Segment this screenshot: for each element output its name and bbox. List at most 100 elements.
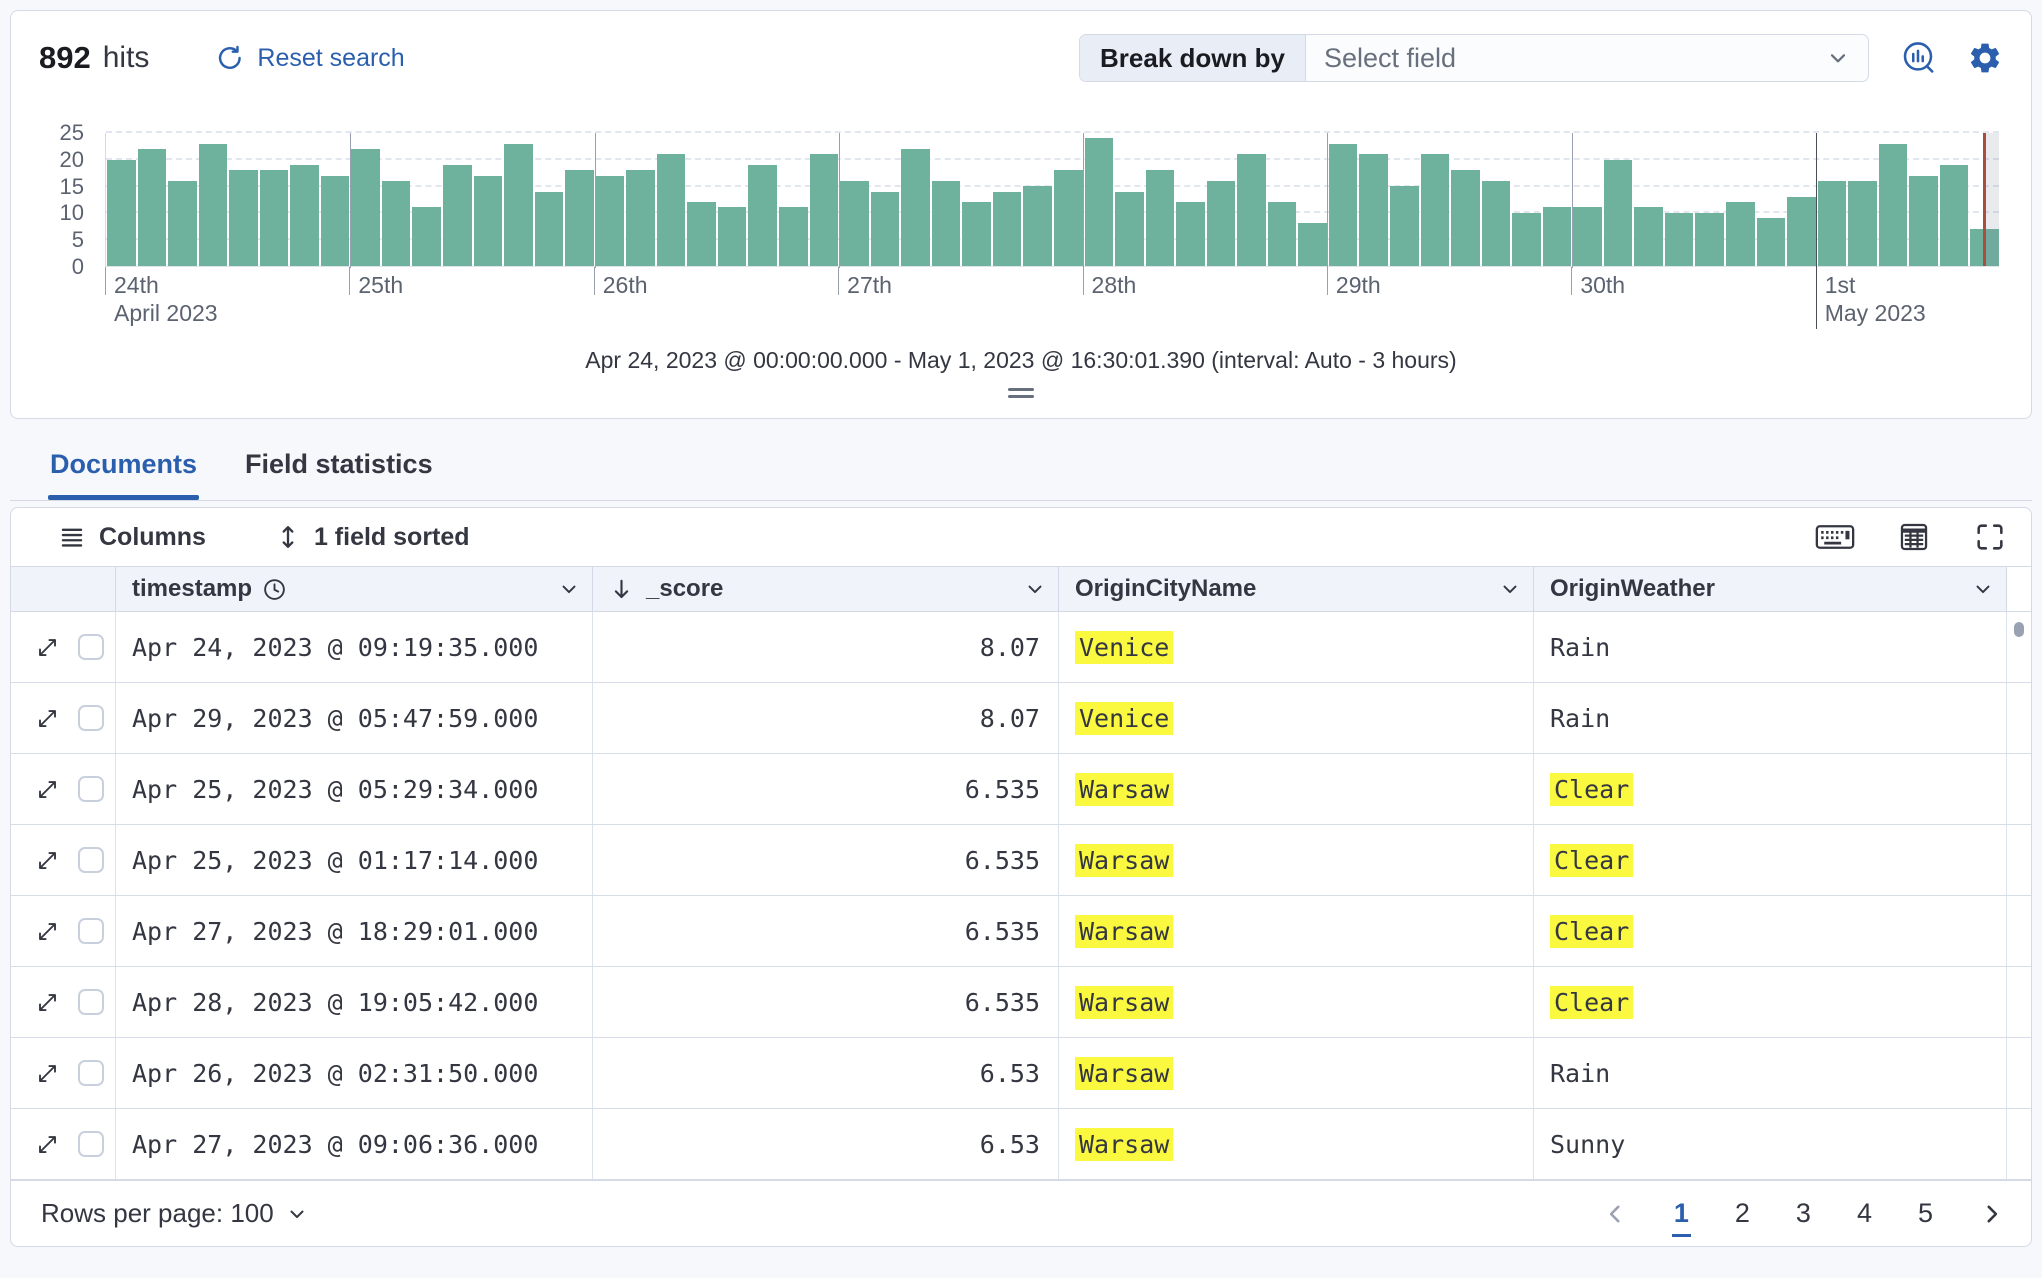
row-checkbox[interactable]	[78, 847, 104, 873]
origin-city-cell[interactable]: Venice	[1059, 683, 1534, 753]
histogram-bar[interactable]	[717, 207, 747, 266]
histogram-bar[interactable]	[1389, 186, 1419, 266]
tab-field-statistics[interactable]: Field statistics	[243, 445, 435, 500]
expand-row-icon[interactable]	[35, 848, 60, 873]
histogram-bar[interactable]	[1939, 164, 1969, 266]
histogram-bar[interactable]	[137, 148, 167, 266]
sort-fields-button[interactable]: 1 field sorted	[262, 523, 470, 552]
expand-row-icon[interactable]	[35, 635, 60, 660]
histogram-bar[interactable]	[443, 164, 472, 266]
histogram-bar[interactable]	[687, 202, 716, 266]
timestamp-cell[interactable]: Apr 25, 2023 @ 05:29:34.000	[116, 754, 593, 824]
fullscreen-button[interactable]	[1973, 520, 2007, 554]
histogram-bar[interactable]	[504, 143, 533, 266]
histogram-bar[interactable]	[931, 180, 961, 266]
histogram-bar[interactable]	[351, 148, 380, 266]
histogram-bar[interactable]	[1267, 202, 1297, 266]
timestamp-cell[interactable]: Apr 27, 2023 @ 18:29:01.000	[116, 896, 593, 966]
chart-resize-handle[interactable]	[1008, 388, 1034, 398]
page-1-button[interactable]: 1	[1671, 1198, 1691, 1237]
page-4-button[interactable]: 4	[1857, 1198, 1872, 1229]
origin-weather-cell[interactable]: Clear	[1534, 825, 2007, 895]
histogram-bar[interactable]	[1206, 180, 1236, 266]
histogram-bar[interactable]	[656, 154, 686, 266]
histogram-bar[interactable]	[779, 207, 808, 266]
origin-weather-cell[interactable]: Sunny	[1534, 1109, 2007, 1179]
expand-row-icon[interactable]	[35, 990, 60, 1015]
origin-weather-cell[interactable]: Clear	[1534, 967, 2007, 1037]
histogram-bar[interactable]	[1237, 154, 1266, 266]
histogram-bar[interactable]	[1084, 138, 1114, 266]
next-page-button[interactable]	[1979, 1201, 2005, 1227]
score-cell[interactable]: 6.53	[593, 1038, 1059, 1108]
histogram-bar[interactable]	[870, 191, 900, 266]
timestamp-cell[interactable]: Apr 25, 2023 @ 01:17:14.000	[116, 825, 593, 895]
histogram-bar[interactable]	[1725, 202, 1755, 266]
histogram-bar[interactable]	[1909, 175, 1938, 266]
page-5-button[interactable]: 5	[1918, 1198, 1933, 1229]
histogram-bar[interactable]	[107, 159, 136, 266]
histogram-bar[interactable]	[1145, 170, 1175, 266]
histogram-bar[interactable]	[1634, 207, 1663, 266]
origin-city-cell[interactable]: Warsaw	[1059, 825, 1534, 895]
histogram-bar[interactable]	[290, 164, 319, 266]
expand-row-icon[interactable]	[35, 777, 60, 802]
histogram-bar[interactable]	[1878, 143, 1908, 266]
histogram-bar[interactable]	[1848, 180, 1877, 266]
keyboard-shortcuts-button[interactable]	[1815, 522, 1855, 552]
score-cell[interactable]: 6.535	[593, 967, 1059, 1037]
row-checkbox[interactable]	[78, 989, 104, 1015]
expand-row-icon[interactable]	[35, 919, 60, 944]
histogram-bar[interactable]	[1573, 207, 1602, 266]
histogram-bar[interactable]	[809, 154, 839, 266]
histogram-bar[interactable]	[412, 207, 442, 266]
origin-weather-cell[interactable]: Rain	[1534, 683, 2007, 753]
histogram-bar[interactable]	[626, 170, 655, 266]
origin-weather-cell[interactable]: Clear	[1534, 896, 2007, 966]
expand-row-icon[interactable]	[35, 706, 60, 731]
histogram-bar[interactable]	[1603, 159, 1633, 266]
histogram-bar[interactable]	[1817, 180, 1847, 266]
header-origin-city[interactable]: OriginCityName	[1059, 567, 1534, 611]
histogram-bar[interactable]	[748, 164, 778, 266]
histogram-bar[interactable]	[1787, 196, 1816, 266]
histogram-bar[interactable]	[1756, 218, 1786, 266]
origin-city-cell[interactable]: Warsaw	[1059, 1109, 1534, 1179]
histogram-bar[interactable]	[1176, 202, 1205, 266]
histogram-bar[interactable]	[565, 170, 594, 266]
score-cell[interactable]: 8.07	[593, 683, 1059, 753]
row-checkbox[interactable]	[78, 1131, 104, 1157]
page-2-button[interactable]: 2	[1735, 1198, 1750, 1229]
columns-button[interactable]: Columns	[45, 523, 206, 552]
display-options-button[interactable]	[1897, 520, 1931, 554]
timestamp-cell[interactable]: Apr 29, 2023 @ 05:47:59.000	[116, 683, 593, 753]
histogram-bar[interactable]	[1359, 154, 1388, 266]
score-cell[interactable]: 6.535	[593, 896, 1059, 966]
histogram-bar[interactable]	[229, 170, 258, 266]
origin-city-cell[interactable]: Warsaw	[1059, 896, 1534, 966]
histogram-bar[interactable]	[198, 143, 228, 266]
histogram-bar[interactable]	[1298, 223, 1327, 266]
origin-weather-cell[interactable]: Rain	[1534, 612, 2007, 682]
origin-city-cell[interactable]: Venice	[1059, 612, 1534, 682]
breakdown-select[interactable]: Select field	[1306, 35, 1868, 81]
chart-options-button[interactable]	[1967, 40, 2003, 76]
origin-weather-cell[interactable]: Clear	[1534, 754, 2007, 824]
origin-weather-cell[interactable]: Rain	[1534, 1038, 2007, 1108]
row-checkbox[interactable]	[78, 705, 104, 731]
histogram-bar[interactable]	[1695, 212, 1724, 266]
histogram-bar[interactable]	[320, 175, 350, 266]
expand-row-icon[interactable]	[35, 1061, 60, 1086]
tab-documents[interactable]: Documents	[48, 445, 200, 500]
row-checkbox[interactable]	[78, 1060, 104, 1086]
histogram-bar[interactable]	[1023, 186, 1052, 266]
histogram-bar[interactable]	[259, 170, 289, 266]
row-checkbox[interactable]	[78, 634, 104, 660]
timestamp-cell[interactable]: Apr 27, 2023 @ 09:06:36.000	[116, 1109, 593, 1179]
score-cell[interactable]: 6.535	[593, 825, 1059, 895]
histogram-bar[interactable]	[1481, 180, 1511, 266]
histogram-bar[interactable]	[1664, 212, 1694, 266]
histogram-bar[interactable]	[1115, 191, 1144, 266]
origin-city-cell[interactable]: Warsaw	[1059, 967, 1534, 1037]
edit-visualization-button[interactable]	[1899, 39, 1937, 77]
